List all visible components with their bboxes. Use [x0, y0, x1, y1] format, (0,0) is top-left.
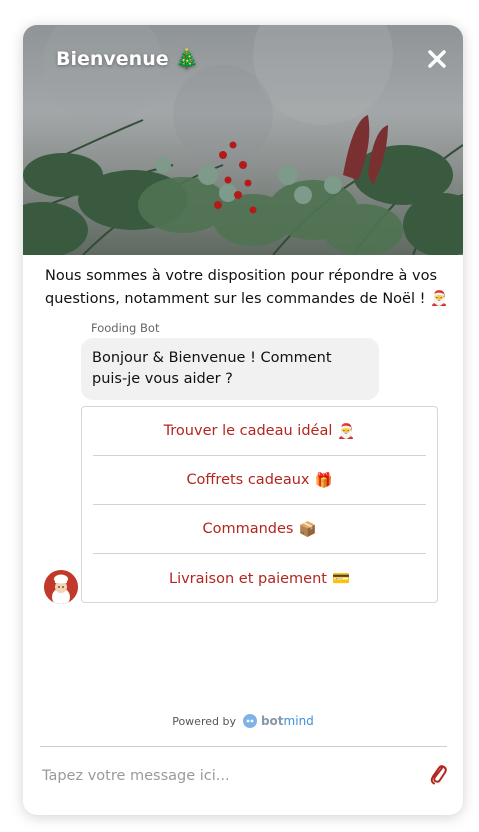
quick-reply-gift-boxes[interactable]: Coffrets cadeaux 🎁 [93, 456, 426, 505]
quick-replies: Trouver le cadeau idéal 🎅 Coffrets cadea… [81, 406, 438, 603]
quick-reply-label: Trouver le cadeau idéal [163, 423, 333, 439]
credit-card-icon: 💳 [331, 571, 351, 587]
message-input[interactable] [42, 763, 402, 789]
bot-message-bubble: Bonjour & Bienvenue ! Comment puis-je vo… [81, 338, 379, 400]
intro-message: Nous sommes à votre disposition pour rép… [45, 268, 449, 307]
gift-icon: 🎁 [314, 472, 333, 489]
quick-reply-orders[interactable]: Commandes 📦 [93, 505, 426, 554]
header-title: Bienvenue 🎄 [56, 48, 199, 70]
botmind-logo[interactable]: bot mind [242, 713, 314, 729]
quick-reply-label: Livraison et paiement [168, 570, 327, 587]
powered-by-label: Powered by [172, 714, 236, 728]
bot-name: Fooding Bot [91, 321, 160, 335]
chat-header: Bienvenue 🎄 [23, 25, 463, 255]
powered-by: Powered by bot mind [23, 713, 463, 729]
close-icon[interactable] [423, 45, 451, 73]
brand-bot: bot [260, 714, 284, 728]
quick-reply-label: Commandes [202, 521, 294, 537]
quick-reply-delivery-payment[interactable]: Livraison et paiement 💳 [93, 554, 426, 603]
brand-mind: mind [283, 714, 314, 728]
chef-avatar-icon [44, 570, 78, 604]
package-icon: 📦 [298, 521, 317, 538]
quick-reply-gift-finder[interactable]: Trouver le cadeau idéal 🎅 [93, 407, 426, 456]
composer-divider [40, 746, 447, 747]
santa-icon: 🎅 [337, 423, 356, 440]
botmind-icon [242, 714, 257, 728]
paperclip-icon[interactable] [428, 762, 448, 786]
quick-reply-label: Coffrets cadeaux [186, 472, 310, 488]
chat-widget: Bienvenue 🎄 Nous sommes à votre disposit… [23, 25, 463, 815]
